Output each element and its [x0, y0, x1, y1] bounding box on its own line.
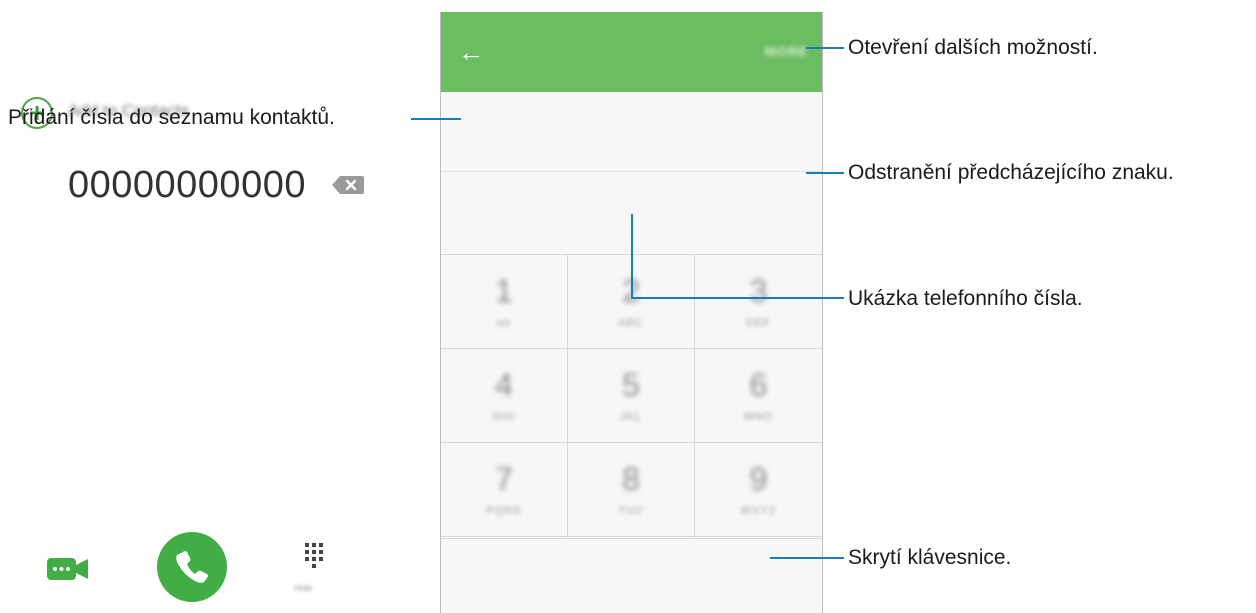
key-digit: 3: [749, 273, 768, 309]
arrow-left-icon: ←: [458, 37, 484, 67]
more-button[interactable]: MORE: [765, 39, 808, 65]
callout-add-to-contacts: Přidání čísla do seznamu kontaktů.: [8, 106, 335, 129]
phone-icon: [176, 551, 208, 583]
key-letters: DEF: [746, 317, 771, 329]
callout-more-options: Otevření dalších možností.: [848, 36, 1098, 59]
hide-keypad-label: Hide: [294, 583, 313, 593]
hide-keypad-button[interactable]: [302, 541, 332, 579]
leader-line-add: [411, 118, 461, 120]
keypad-key[interactable]: 7 PQRS: [441, 442, 568, 536]
callout-preview-number: Ukázka telefonního čísla.: [848, 287, 1083, 310]
call-button[interactable]: [157, 532, 227, 602]
key-letters: JKL: [620, 411, 642, 423]
add-to-contacts-row[interactable]: [441, 92, 822, 172]
key-digit: 9: [749, 461, 768, 497]
key-digit: 5: [622, 367, 640, 403]
backspace-icon: [332, 176, 364, 194]
keypad-key[interactable]: 9 WXYZ: [695, 442, 822, 536]
video-call-button[interactable]: [47, 556, 89, 582]
keypad-key[interactable]: 5 JKL: [568, 348, 695, 442]
dialer-screen: ← MORE 1oo2ABC3DEF4GHI5JKL6MNO7PQRS8TUV9…: [440, 12, 823, 613]
leader-line-hide: [770, 557, 844, 559]
key-digit: 1: [495, 273, 513, 309]
keypad-key[interactable]: 4 GHI: [441, 348, 568, 442]
keypad-key[interactable]: 1 oo: [441, 254, 568, 348]
key-letters: PQRS: [486, 505, 522, 517]
keypad-key[interactable]: 3 DEF: [695, 254, 822, 348]
callout-hide-keypad: Skrytí klávesnice.: [848, 546, 1012, 569]
leader-line-more: [806, 47, 844, 49]
key-letters: GHI: [492, 411, 516, 423]
phone-number-display: 00000000000: [68, 164, 306, 206]
key-letters: MNO: [744, 411, 773, 423]
callout-delete-char: Odstranění předcházejícího znaku.: [848, 161, 1174, 184]
key-digit: 7: [495, 461, 513, 497]
video-call-icon: [47, 558, 88, 580]
leader-line-preview-horizontal: [631, 297, 844, 299]
back-button[interactable]: ←: [453, 34, 489, 70]
dialpad-icon: [305, 543, 323, 568]
backspace-button[interactable]: [331, 174, 365, 196]
keypad-key[interactable]: 6 MNO: [695, 348, 822, 442]
app-bar: ← MORE: [441, 12, 822, 92]
leader-line-preview-vertical: [631, 214, 633, 299]
bottom-action-bar: [441, 538, 822, 613]
key-letters: TUV: [618, 505, 644, 517]
key-digit: 4: [495, 367, 513, 403]
key-digit: 6: [749, 367, 768, 403]
key-letters: WXYZ: [740, 505, 777, 517]
key-letters: oo: [496, 317, 512, 329]
key-digit: 8: [622, 461, 640, 497]
leader-line-delete: [806, 172, 844, 174]
key-letters: ABC: [618, 317, 644, 329]
keypad-key[interactable]: 8 TUV: [568, 442, 695, 536]
